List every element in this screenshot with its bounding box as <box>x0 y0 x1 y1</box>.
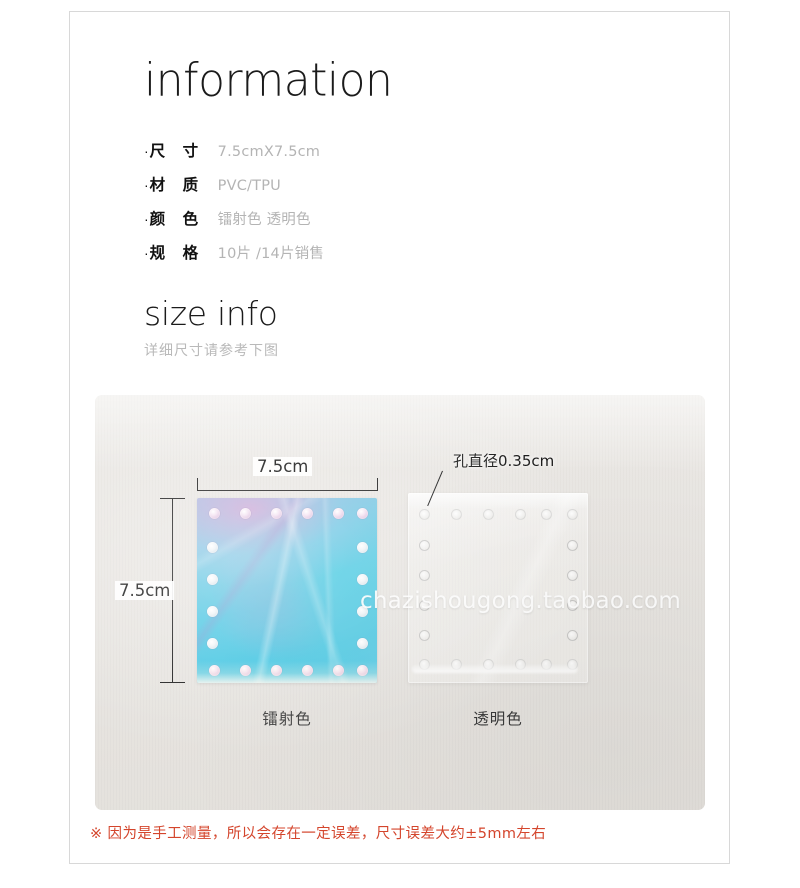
hole-diameter-callout-label: 孔直径0.35cm <box>453 452 555 470</box>
height-dimension-tick-top <box>160 498 185 500</box>
sample-hole <box>541 509 552 520</box>
sample-hole <box>357 638 368 649</box>
spec-label-size: 尺 寸 <box>149 142 205 160</box>
spec-row-material: · 材 质 PVC/TPU <box>144 173 564 207</box>
sample-hole <box>209 508 220 519</box>
sample-hole <box>567 600 578 611</box>
sample-hole <box>451 509 462 520</box>
sample-hole <box>451 659 462 670</box>
size-info-subtitle: 详细尺寸请参考下图 <box>144 343 279 359</box>
measurement-disclaimer-note: ※ 因为是手工测量，所以会存在一定误差，尺寸误差大约±5mm左右 <box>90 826 547 842</box>
sample-hole <box>333 508 344 519</box>
bullet-icon: · <box>144 143 149 159</box>
sample-hole <box>541 659 552 670</box>
spec-row-size: · 尺 寸 7.5cmX7.5cm <box>144 139 564 173</box>
sample-hole <box>567 570 578 581</box>
sample-hole <box>515 509 526 520</box>
sample-hole <box>515 659 526 670</box>
caption-holographic: 镭射色 <box>262 710 312 728</box>
sample-hole <box>567 630 578 641</box>
spec-value-packaging: 10片 /14片销售 <box>217 246 325 262</box>
sample-hole <box>240 508 251 519</box>
bullet-icon: · <box>144 211 149 227</box>
size-info-heading: size info <box>144 294 278 333</box>
width-dimension-line <box>197 490 378 492</box>
sample-hole <box>419 509 430 520</box>
transparent-sample-square <box>408 493 588 683</box>
sample-hole <box>207 606 218 617</box>
sample-hole <box>357 574 368 585</box>
sample-hole <box>357 665 368 676</box>
size-info-section: size info 详细尺寸请参考下图 <box>144 297 564 360</box>
bullet-icon: · <box>144 177 149 193</box>
sample-hole <box>419 570 430 581</box>
information-heading: information <box>144 53 393 107</box>
sample-hole <box>302 665 313 676</box>
sample-hole <box>419 659 430 670</box>
sample-hole <box>302 508 313 519</box>
holographic-crease-texture <box>197 498 377 683</box>
sample-hole <box>567 659 578 670</box>
width-dimension-label: 7.5cm <box>253 457 313 476</box>
sample-hole <box>567 509 578 520</box>
sample-hole <box>357 606 368 617</box>
sample-hole <box>271 665 282 676</box>
transparent-sheen <box>408 493 588 683</box>
sample-hole <box>207 638 218 649</box>
sample-hole <box>207 542 218 553</box>
sample-hole <box>271 508 282 519</box>
sample-hole <box>357 542 368 553</box>
caption-transparent: 透明色 <box>473 710 523 728</box>
sample-hole <box>483 509 494 520</box>
product-size-photo: 7.5cm 7.5cm 孔直径0.35cm chazishougong.taob… <box>95 395 705 810</box>
sample-hole <box>209 665 220 676</box>
transparent-top-edge-highlight <box>408 493 588 509</box>
spec-value-material: PVC/TPU <box>217 178 281 194</box>
specification-list: · 尺 寸 7.5cmX7.5cm · 材 质 PVC/TPU · 颜 色 镭射… <box>144 139 564 275</box>
holographic-bottom-glare <box>197 661 377 683</box>
sample-hole <box>419 540 430 551</box>
transparent-bottom-glare <box>412 665 578 673</box>
sample-hole <box>567 540 578 551</box>
spec-row-color: · 颜 色 镭射色 透明色 <box>144 207 564 241</box>
sample-hole <box>419 600 430 611</box>
spec-label-packaging: 规 格 <box>149 244 205 262</box>
sample-hole <box>207 574 218 585</box>
height-dimension-tick-bottom <box>160 682 185 684</box>
spec-label-color: 颜 色 <box>149 210 205 228</box>
sample-hole <box>357 508 368 519</box>
bullet-icon: · <box>144 245 149 261</box>
spec-label-material: 材 质 <box>149 176 205 194</box>
spec-value-size: 7.5cmX7.5cm <box>217 144 321 160</box>
sample-hole <box>240 665 251 676</box>
spec-row-packaging: · 规 格 10片 /14片销售 <box>144 241 564 275</box>
width-dimension-tick-right <box>377 478 379 491</box>
sample-hole <box>483 659 494 670</box>
information-section: information <box>144 53 564 107</box>
height-dimension-label: 7.5cm <box>115 581 175 600</box>
sample-hole <box>419 630 430 641</box>
width-dimension-tick-left <box>197 478 199 491</box>
sample-hole <box>333 665 344 676</box>
spec-value-color: 镭射色 透明色 <box>217 212 311 228</box>
holographic-sample-square <box>197 498 377 683</box>
